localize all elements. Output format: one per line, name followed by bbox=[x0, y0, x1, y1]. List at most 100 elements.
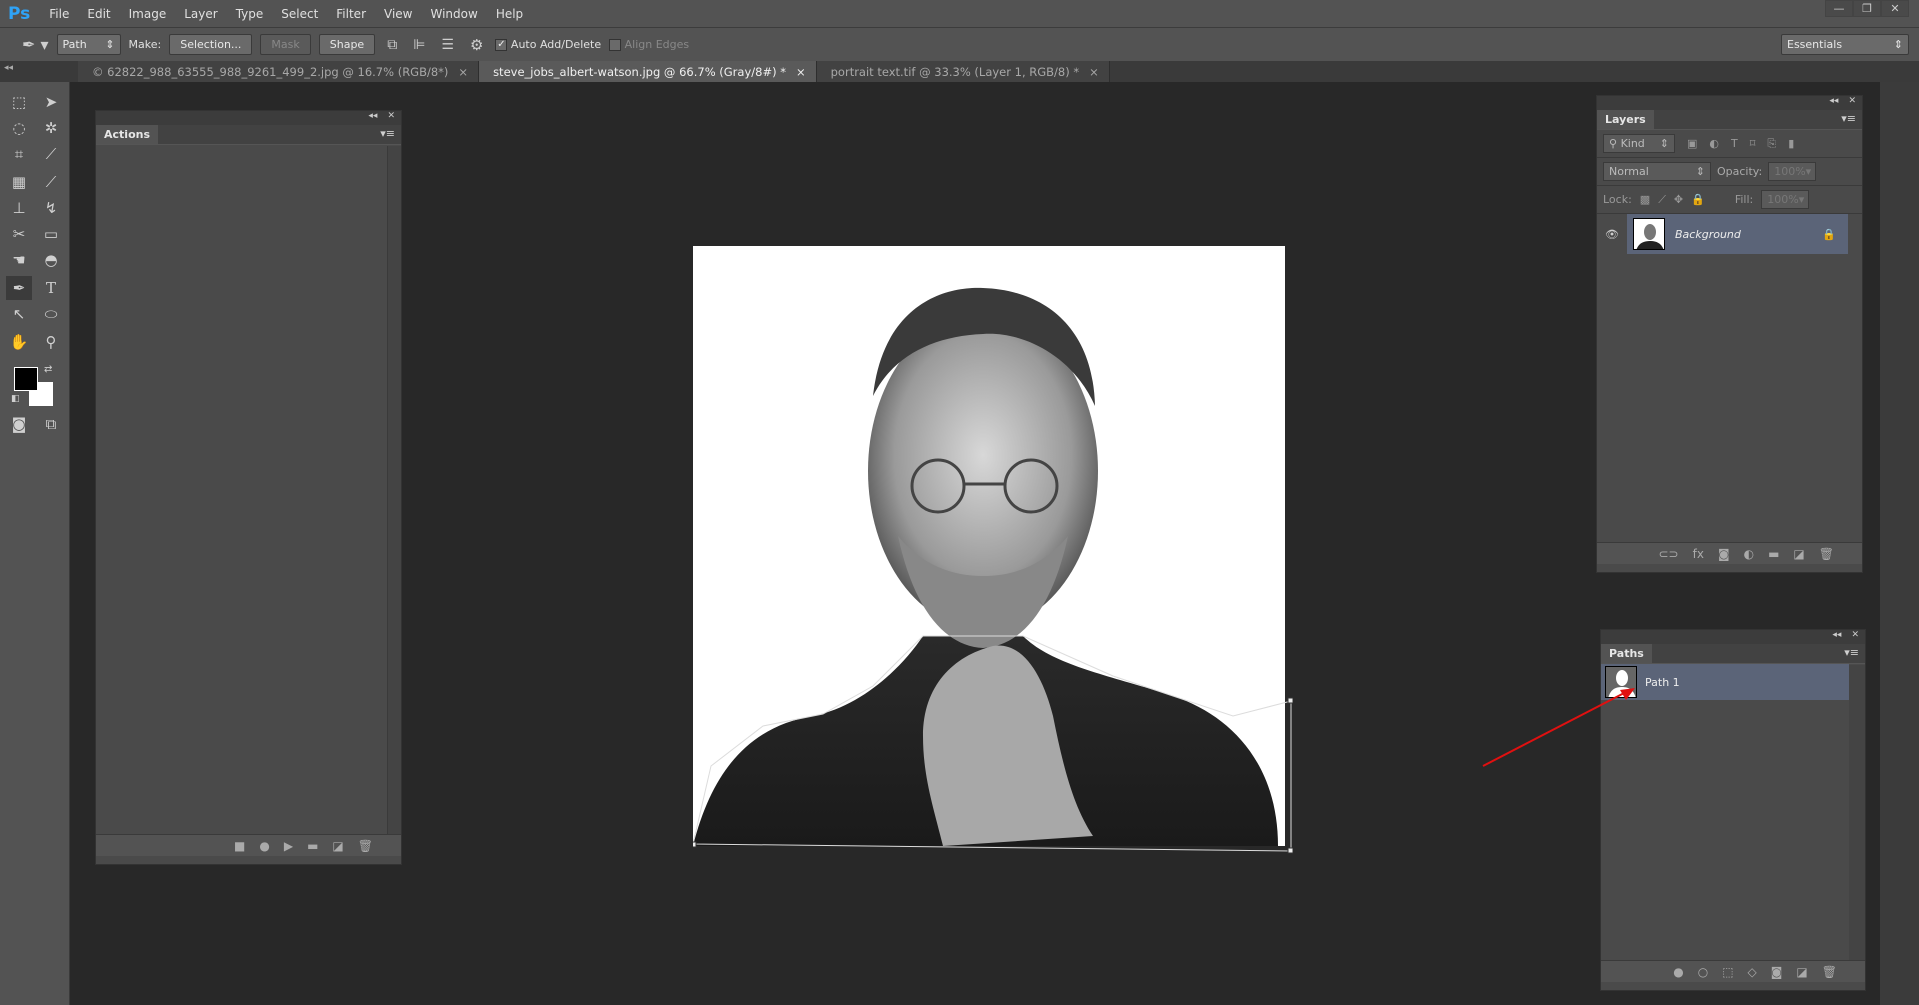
tab-document-3[interactable]: portrait text.tif @ 33.3% (Layer 1, RGB/… bbox=[816, 61, 1110, 82]
trash-icon[interactable]: 🗑 bbox=[358, 839, 373, 853]
tab-document-2[interactable]: steve_jobs_albert-watson.jpg @ 66.7% (Gr… bbox=[479, 61, 817, 82]
filter-toggle[interactable]: ▮ bbox=[1788, 137, 1794, 150]
history-brush-tool-icon[interactable]: ↯ bbox=[38, 196, 64, 220]
eyedropper-tool-icon[interactable]: ⟋ bbox=[38, 142, 64, 166]
pen-tool-icon[interactable]: ✒ bbox=[6, 276, 32, 300]
swap-colors-icon[interactable]: ⇄ bbox=[44, 364, 52, 375]
menu-type[interactable]: Type bbox=[227, 7, 273, 21]
delete-layer-icon[interactable]: 🗑 bbox=[1819, 547, 1834, 561]
tab-actions[interactable]: Actions bbox=[96, 125, 158, 144]
path-alignment-icon[interactable]: ⊫ bbox=[409, 37, 429, 53]
adjustment-layer-icon[interactable]: ◐ bbox=[1744, 547, 1754, 561]
opacity-field[interactable]: 100% ▾ bbox=[1768, 162, 1817, 181]
lock-transparent-icon[interactable]: ▩ bbox=[1640, 193, 1650, 206]
filter-pixel-icon[interactable]: ▣ bbox=[1687, 137, 1697, 150]
path-anchor-point[interactable] bbox=[1287, 847, 1293, 854]
move-tool-icon[interactable]: ➤ bbox=[38, 90, 64, 114]
scrollbar[interactable] bbox=[387, 146, 401, 834]
mode-select[interactable]: Path ⇕ bbox=[56, 34, 121, 55]
path-operations-icon[interactable]: ⧉ bbox=[383, 37, 401, 53]
ellipse-tool-icon[interactable]: ⬭ bbox=[38, 302, 64, 326]
blend-mode-select[interactable]: Normal ⇕ bbox=[1603, 162, 1711, 181]
filter-smart-object-icon[interactable]: ⎘ bbox=[1767, 137, 1776, 151]
foreground-color-swatch[interactable] bbox=[14, 367, 38, 391]
new-group-icon[interactable]: ▬ bbox=[1768, 547, 1779, 561]
add-mask-icon[interactable]: ◙ bbox=[1771, 965, 1783, 979]
quick-mask-icon[interactable]: ◙ bbox=[6, 412, 32, 436]
link-layers-icon[interactable]: ⊂⊃ bbox=[1659, 547, 1679, 561]
blur-tool-icon[interactable]: ☚ bbox=[6, 248, 32, 272]
path-anchor-point[interactable] bbox=[693, 841, 697, 848]
add-mask-icon[interactable]: ◙ bbox=[1718, 547, 1730, 561]
panel-menu-icon[interactable]: ▾≡ bbox=[1835, 110, 1862, 129]
filter-shape-icon[interactable]: ⌑ bbox=[1750, 137, 1756, 150]
eraser-tool-icon[interactable]: ✂ bbox=[6, 222, 32, 246]
visibility-eye-icon[interactable]: 👁 bbox=[1597, 214, 1627, 254]
menu-select[interactable]: Select bbox=[272, 7, 327, 21]
workspace-select[interactable]: Essentials ⇕ bbox=[1781, 34, 1909, 55]
close-panel-icon[interactable]: ✕ bbox=[1851, 630, 1859, 644]
scrollbar[interactable] bbox=[1849, 665, 1865, 960]
zoom-tool-icon[interactable]: ⚲ bbox=[38, 330, 64, 354]
collapse-panel-icon[interactable]: ◂◂ bbox=[1829, 96, 1838, 110]
gradient-tool-icon[interactable]: ▭ bbox=[38, 222, 64, 246]
dodge-tool-icon[interactable]: ◓ bbox=[38, 248, 64, 272]
brush-tool-icon[interactable]: ⟋ bbox=[38, 170, 64, 194]
menu-layer[interactable]: Layer bbox=[175, 7, 226, 21]
path-anchor-point[interactable] bbox=[1287, 697, 1293, 704]
close-tab-icon[interactable]: × bbox=[1089, 65, 1099, 79]
play-icon[interactable]: ▶ bbox=[284, 839, 293, 853]
clone-stamp-tool-icon[interactable]: ⊥ bbox=[6, 196, 32, 220]
stroke-path-icon[interactable]: ○ bbox=[1698, 965, 1708, 979]
menu-help[interactable]: Help bbox=[487, 7, 532, 21]
filter-adjustment-icon[interactable]: ◐ bbox=[1709, 137, 1719, 150]
lock-position-icon[interactable]: ✥ bbox=[1674, 193, 1683, 206]
magic-wand-tool-icon[interactable]: ✲ bbox=[38, 116, 64, 140]
tab-layers[interactable]: Layers bbox=[1597, 110, 1654, 129]
new-layer-icon[interactable]: ◪ bbox=[1793, 547, 1804, 561]
screen-mode-icon[interactable]: ⧉ bbox=[38, 412, 64, 436]
folder-icon[interactable]: ▬ bbox=[307, 839, 318, 853]
close-tab-icon[interactable]: × bbox=[458, 65, 468, 79]
tab-paths[interactable]: Paths bbox=[1601, 644, 1652, 663]
layer-style-icon[interactable]: fx bbox=[1693, 547, 1704, 561]
close-tab-icon[interactable]: × bbox=[796, 65, 806, 79]
menu-file[interactable]: File bbox=[40, 7, 78, 21]
collapse-panel-icon[interactable]: ◂◂ bbox=[1832, 630, 1841, 644]
panel-menu-icon[interactable]: ▾≡ bbox=[1838, 644, 1865, 663]
pen-tool-preset-icon[interactable]: ✒ ▾ bbox=[22, 35, 49, 54]
restore-button[interactable]: ❐ bbox=[1853, 0, 1881, 17]
fill-field[interactable]: 100% ▾ bbox=[1761, 190, 1810, 209]
delete-path-icon[interactable]: 🗑 bbox=[1822, 965, 1837, 979]
make-shape-button[interactable]: Shape bbox=[318, 34, 376, 55]
path-selection-tool-icon[interactable]: ↖ bbox=[6, 302, 32, 326]
layer-filter-select[interactable]: ⚲ Kind ⇕ bbox=[1603, 134, 1675, 153]
lock-image-icon[interactable]: ⟋ bbox=[1658, 193, 1666, 207]
load-path-as-selection-icon[interactable]: ⬚ bbox=[1722, 965, 1733, 979]
collapse-toolbar-icon[interactable]: ◂◂ bbox=[0, 61, 78, 82]
lock-all-icon[interactable]: 🔒 bbox=[1691, 193, 1705, 206]
close-button[interactable]: ✕ bbox=[1881, 0, 1909, 17]
menu-filter[interactable]: Filter bbox=[327, 7, 375, 21]
layer-row-background[interactable]: 👁 Background 🔒 bbox=[1597, 214, 1848, 254]
menu-window[interactable]: Window bbox=[421, 7, 486, 21]
menu-image[interactable]: Image bbox=[120, 7, 176, 21]
close-panel-icon[interactable]: ✕ bbox=[1848, 96, 1856, 110]
make-mask-button[interactable]: Mask bbox=[260, 34, 311, 55]
make-work-path-icon[interactable]: ◇ bbox=[1748, 965, 1757, 979]
type-tool-icon[interactable]: T bbox=[38, 276, 64, 300]
hand-tool-icon[interactable]: ✋ bbox=[6, 330, 32, 354]
panel-menu-icon[interactable]: ▾≡ bbox=[374, 125, 401, 144]
default-colors-icon[interactable]: ◧ bbox=[11, 394, 20, 404]
new-path-icon[interactable]: ◪ bbox=[1796, 965, 1807, 979]
align-edges-checkbox[interactable]: Align Edges bbox=[609, 38, 689, 51]
filter-type-icon[interactable]: T bbox=[1731, 137, 1738, 150]
make-selection-button[interactable]: Selection... bbox=[169, 34, 253, 55]
new-action-icon[interactable]: ◪ bbox=[332, 839, 343, 853]
path-name[interactable]: Path 1 bbox=[1645, 676, 1680, 689]
close-panel-icon[interactable]: ✕ bbox=[387, 111, 395, 125]
record-icon[interactable]: ● bbox=[259, 839, 269, 853]
lasso-tool-icon[interactable]: ◌ bbox=[6, 116, 32, 140]
document-canvas[interactable] bbox=[693, 246, 1293, 856]
path-arrangement-icon[interactable]: ☰ bbox=[437, 37, 458, 53]
